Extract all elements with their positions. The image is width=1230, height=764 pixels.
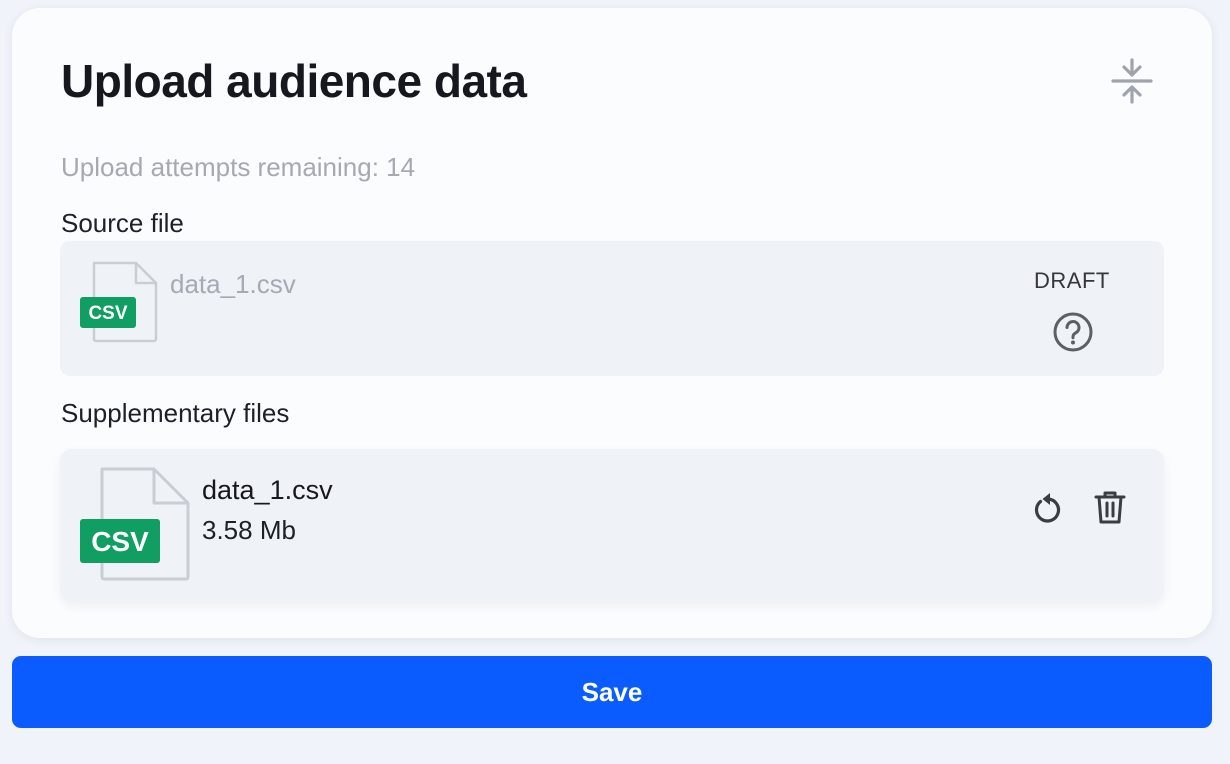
source-file-name: data_1.csv (170, 269, 296, 299)
upload-card: Upload audience data Upload attempts rem… (12, 8, 1212, 638)
status-badge: DRAFT (1034, 268, 1110, 293)
source-file-card: CSV data_1.csv DRAFT (60, 241, 1164, 376)
supplementary-file-name: data_1.csv (202, 475, 333, 505)
supplementary-file-size: 3.58 Mb (202, 515, 296, 545)
collapse-button[interactable] (1108, 54, 1156, 108)
csv-file-icon: CSV (80, 467, 190, 581)
csv-file-icon: CSV (80, 261, 158, 343)
csv-badge-text: CSV (88, 303, 127, 324)
page-title: Upload audience data (61, 55, 527, 107)
upload-attempts-text: Upload attempts remaining: 14 (61, 152, 416, 182)
trash-icon (1094, 491, 1126, 524)
supplementary-files-label: Supplementary files (61, 398, 290, 428)
help-circle-icon[interactable] (1052, 311, 1094, 353)
csv-badge-text: CSV (91, 526, 149, 557)
source-file-label: Source file (61, 208, 184, 238)
save-button[interactable]: Save (12, 656, 1212, 728)
delete-file-button[interactable] (1090, 487, 1130, 527)
refresh-icon (1034, 493, 1061, 523)
list-item: CSV data_1.csv 3.58 Mb (60, 449, 1164, 602)
replace-file-button[interactable] (1028, 487, 1068, 527)
collapse-vertical-icon (1111, 58, 1153, 104)
